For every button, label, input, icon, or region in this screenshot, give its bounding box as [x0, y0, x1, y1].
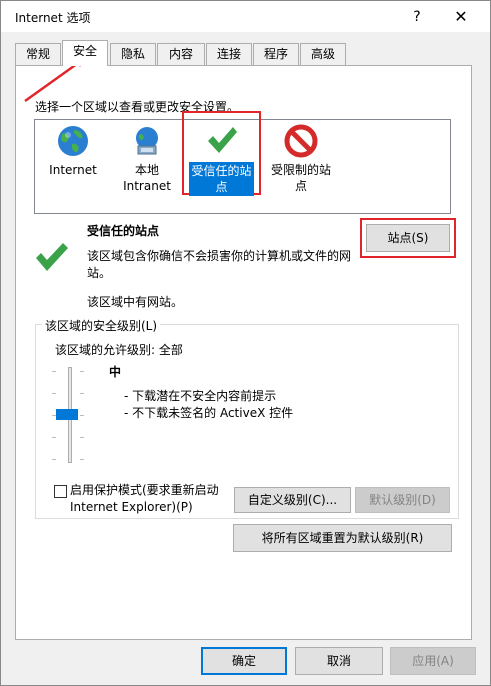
- help-button[interactable]: ?: [399, 5, 435, 29]
- security-level-group: 该区域的安全级别(L) 该区域的允许级别: 全部 中 - 下载潜在不安全内容前提…: [35, 317, 459, 519]
- intranet-icon: [136, 127, 158, 155]
- close-button[interactable]: ✕: [443, 5, 479, 29]
- allowed-level-text: 该区域的允许级别: 全部: [55, 343, 183, 357]
- slider-tick: [52, 393, 56, 394]
- slider-tick: [80, 437, 84, 438]
- default-level-button[interactable]: 默认级别(D): [355, 487, 450, 513]
- ok-button[interactable]: 确定: [201, 647, 287, 675]
- security-level-name: 中: [109, 365, 122, 379]
- zone-list: Internet 本地 Intranet 受信任的站 点 受限制的站 点: [34, 111, 451, 214]
- tab-connections[interactable]: 连接: [206, 43, 252, 65]
- zone-internet-label: Internet: [49, 163, 97, 177]
- selected-zone-note: 该区域中有网站。: [87, 295, 184, 309]
- selected-zone-title: 受信任的站点: [87, 224, 160, 238]
- internet-options-dialog: Internet 选项 ? ✕ 常规 安全 隐私 内容 连接 程序 高级 选择一…: [0, 0, 491, 686]
- slider-tick: [52, 459, 56, 460]
- window-title: Internet 选项: [15, 11, 91, 25]
- slider-tick: [80, 459, 84, 460]
- tab-privacy[interactable]: 隐私: [110, 43, 156, 65]
- slider-tick: [80, 371, 84, 372]
- zone-restricted-sites-label: 受限制的站 点: [270, 163, 331, 193]
- slider-tick: [52, 437, 56, 438]
- security-tab-panel: 选择一个区域以查看或更改安全设置。 Internet 本地 Intranet 受…: [15, 65, 472, 640]
- security-level-detail: - 下载潜在不安全内容前提示: [124, 389, 277, 403]
- protected-mode-checkbox[interactable]: [54, 485, 67, 498]
- globe-icon: [58, 126, 88, 156]
- tab-security[interactable]: 安全: [62, 40, 108, 66]
- restricted-icon: [284, 124, 318, 158]
- apply-button[interactable]: 应用(A): [390, 647, 476, 675]
- trusted-sites-checkmark-icon: [36, 243, 68, 271]
- custom-level-button[interactable]: 自定义级别(C)...: [234, 487, 351, 513]
- tab-general[interactable]: 常规: [15, 43, 61, 65]
- slider-tick: [80, 393, 84, 394]
- zone-local-intranet[interactable]: 本地 Intranet: [121, 124, 173, 194]
- sites-button[interactable]: 站点(S): [366, 224, 450, 252]
- cancel-button[interactable]: 取消: [295, 647, 383, 675]
- zone-internet[interactable]: Internet: [49, 124, 97, 178]
- zone-trusted-sites-label: 受信任的站 点: [189, 162, 254, 196]
- reset-all-zones-button[interactable]: 将所有区域重置为默认级别(R): [233, 524, 452, 552]
- security-level-slider-thumb[interactable]: [56, 409, 78, 420]
- checkmark-icon: [207, 127, 237, 153]
- protected-mode-label[interactable]: 启用保护模式(要求重新启动 Internet Explorer)(P): [70, 482, 219, 516]
- zone-restricted-sites[interactable]: 受限制的站 点: [269, 124, 333, 194]
- security-level-legend: 该区域的安全级别(L): [42, 317, 161, 334]
- tab-advanced[interactable]: 高级: [300, 43, 346, 65]
- slider-tick: [80, 415, 84, 416]
- tab-content[interactable]: 内容: [157, 43, 205, 65]
- selected-zone-description: 该区域包含你确信不会损害你的计算机或文件的网站。: [87, 249, 352, 280]
- slider-tick: [52, 371, 56, 372]
- title-bar: Internet 选项 ? ✕: [1, 1, 490, 32]
- security-level-detail: - 不下载未签名的 ActiveX 控件: [124, 406, 294, 420]
- zone-trusted-sites[interactable]: 受信任的站 点: [182, 111, 261, 196]
- zone-local-intranet-label: 本地 Intranet: [123, 163, 171, 193]
- tab-programs[interactable]: 程序: [253, 43, 299, 65]
